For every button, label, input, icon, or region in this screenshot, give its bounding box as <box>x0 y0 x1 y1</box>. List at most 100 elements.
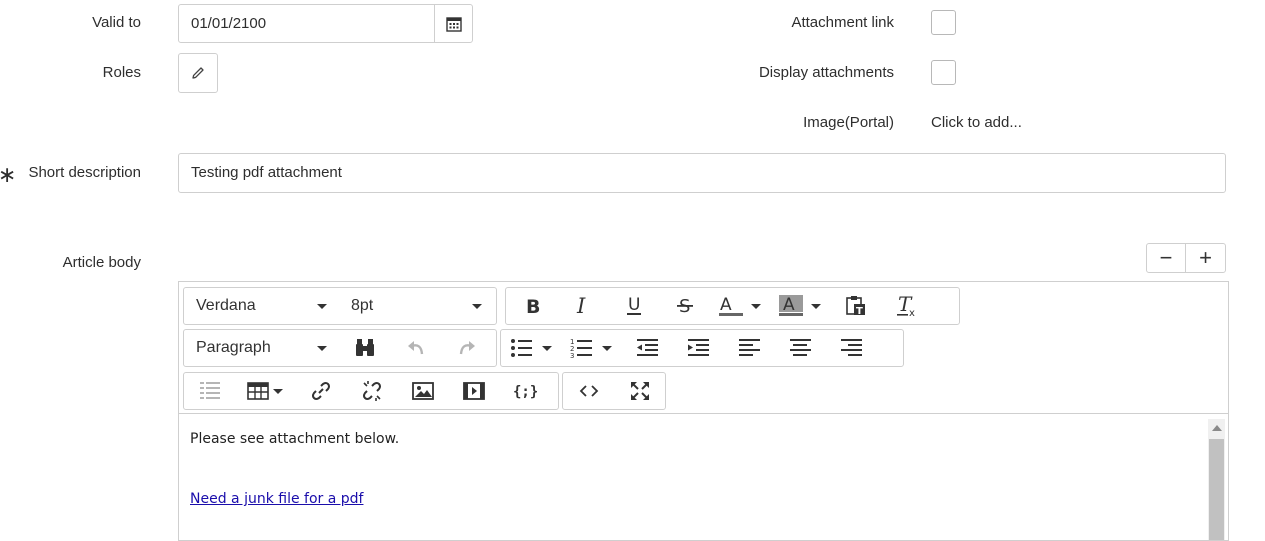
font-family-value: Verdana <box>196 297 256 314</box>
numbered-list-icon: 123 <box>570 338 592 359</box>
attachment-link-checkbox[interactable] <box>931 10 956 35</box>
view-group <box>562 372 666 410</box>
display-attachments-checkbox[interactable] <box>931 60 956 85</box>
chevron-down-icon <box>273 388 283 394</box>
chevron-down-icon <box>317 345 327 351</box>
image-portal-add-link[interactable]: Click to add... <box>931 113 1022 133</box>
font-size-value: 8pt <box>351 297 374 314</box>
short-description-input[interactable]: Testing pdf attachment <box>178 153 1226 193</box>
source-code-button[interactable] <box>563 374 614 408</box>
unlink-icon <box>362 381 381 401</box>
short-description-label: Short description <box>28 164 141 181</box>
bullet-list-button[interactable] <box>501 331 561 365</box>
content-link[interactable]: Need a junk file for a pdf <box>190 491 363 507</box>
pencil-icon <box>192 67 204 79</box>
list-style-icon <box>199 382 220 399</box>
article-body-label: Article body <box>62 254 141 271</box>
block-format-value: Paragraph <box>196 339 271 356</box>
roles-label: Roles <box>102 64 141 81</box>
svg-text:T: T <box>856 306 863 317</box>
undo-button[interactable] <box>390 331 441 365</box>
bold-button[interactable]: B <box>506 289 557 323</box>
indent-icon <box>687 339 709 356</box>
list-style-button[interactable] <box>184 374 235 408</box>
align-left-button[interactable] <box>723 331 774 365</box>
strikethrough-button[interactable]: S <box>659 289 710 323</box>
italic-button[interactable]: I <box>557 289 608 323</box>
zoom-in-button[interactable]: + <box>1186 244 1225 272</box>
insert-video-button[interactable] <box>448 374 499 408</box>
list-align-group: 123 <box>500 329 904 367</box>
find-replace-icon <box>355 339 374 356</box>
svg-text:B: B <box>526 296 540 316</box>
chevron-down-icon <box>472 303 482 309</box>
table-icon <box>247 382 269 400</box>
background-color-button[interactable]: A <box>770 289 830 323</box>
align-left-icon <box>738 339 760 356</box>
font-group: Verdana 8pt <box>183 287 497 325</box>
block-format-select[interactable]: Paragraph <box>184 331 339 365</box>
zoom-out-button[interactable]: − <box>1147 244 1186 272</box>
svg-text:3: 3 <box>570 352 574 359</box>
svg-text:x: x <box>909 308 915 317</box>
editor-scrollbar[interactable] <box>1208 419 1225 540</box>
svg-text:A: A <box>720 295 732 315</box>
outdent-button[interactable] <box>621 331 672 365</box>
align-right-button[interactable] <box>825 331 876 365</box>
bold-icon: B <box>526 296 540 316</box>
required-indicator: ∗ <box>0 162 17 187</box>
video-icon <box>462 382 485 400</box>
underline-button[interactable]: U <box>608 289 659 323</box>
attachment-link-label: Attachment link <box>791 14 894 31</box>
editor-zoom-controls: − + <box>1146 243 1226 273</box>
clear-formatting-button[interactable]: Tx <box>881 289 932 323</box>
bullet-list-icon <box>511 339 532 357</box>
redo-button[interactable] <box>441 331 492 365</box>
numbered-list-button[interactable]: 123 <box>561 331 621 365</box>
indent-button[interactable] <box>672 331 723 365</box>
article-body-editor: Verdana 8pt B I U S A <box>178 281 1229 541</box>
align-center-button[interactable] <box>774 331 825 365</box>
chevron-down-icon <box>751 303 761 309</box>
paste-as-text-icon: T <box>845 296 865 317</box>
text-color-button[interactable]: A <box>710 289 770 323</box>
block-group: Paragraph <box>183 329 497 367</box>
valid-to-value: 01/01/2100 <box>191 15 267 32</box>
image-portal-label: Image(Portal) <box>803 114 894 131</box>
redo-icon <box>459 341 475 355</box>
display-attachments-label: Display attachments <box>758 64 894 81</box>
align-center-icon <box>789 339 811 356</box>
insert-image-button[interactable] <box>397 374 448 408</box>
editor-content[interactable]: Please see attachment below. Need a junk… <box>179 415 1228 540</box>
calendar-icon <box>445 17 462 32</box>
font-family-select[interactable]: Verdana <box>184 289 339 323</box>
edit-roles-button[interactable] <box>178 53 218 93</box>
align-right-icon <box>840 339 862 356</box>
paste-as-text-button[interactable]: T <box>830 289 881 323</box>
formatting-group: B I U S A A T Tx <box>505 287 960 325</box>
unlink-button[interactable] <box>346 374 397 408</box>
chevron-down-icon <box>317 303 327 309</box>
scroll-up-icon[interactable] <box>1212 425 1222 431</box>
code-sample-icon: {;} <box>513 384 537 400</box>
scrollbar-thumb[interactable] <box>1209 439 1224 540</box>
date-picker-button[interactable] <box>434 5 472 43</box>
svg-text:A: A <box>783 295 795 315</box>
background-color-icon: A <box>779 295 803 316</box>
table-button[interactable] <box>235 374 295 408</box>
code-sample-button[interactable]: {;} <box>499 374 550 408</box>
svg-text:{;}: {;} <box>513 384 537 400</box>
chevron-down-icon <box>542 345 552 351</box>
italic-icon: I <box>576 296 586 316</box>
insert-link-button[interactable] <box>295 374 346 408</box>
source-code-icon <box>579 385 598 397</box>
chevron-down-icon <box>811 303 821 309</box>
svg-text:I: I <box>576 296 586 316</box>
font-size-select[interactable]: 8pt <box>339 289 494 323</box>
outdent-icon <box>636 339 658 356</box>
undo-icon <box>407 341 423 355</box>
find-replace-button[interactable] <box>339 331 390 365</box>
insert-group: {;} <box>183 372 559 410</box>
valid-to-field[interactable]: 01/01/2100 <box>178 4 473 43</box>
fullscreen-button[interactable] <box>614 374 665 408</box>
